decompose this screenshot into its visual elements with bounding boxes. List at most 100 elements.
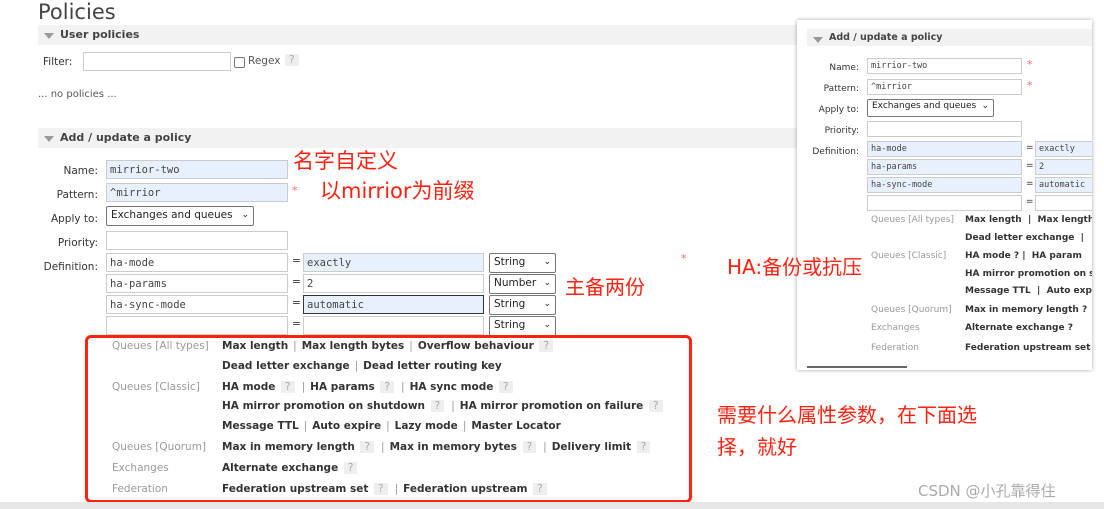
policy-key-link[interactable]: Delivery limit [552,441,631,453]
inset-apply-select: Exchanges and queues ⌄ [867,99,994,117]
help-button[interactable]: ? [539,340,554,352]
definition-key-input[interactable]: ha-sync-mode [106,295,288,314]
priority-input[interactable] [106,231,288,250]
policy-key-link[interactable]: Max length bytes [302,340,405,352]
policy-key-link[interactable]: Max in memory length [222,441,355,453]
category-label: Queues [Classic] [112,380,200,393]
section-title: Add / update a policy [60,131,192,144]
help-button[interactable]: ? [533,482,547,495]
definition-type-select[interactable]: String ⌄ [489,295,556,315]
regex-checkbox[interactable] [234,57,245,68]
required-marker: * [1027,79,1033,92]
chevron-down-icon: ⌄ [543,257,551,267]
policy-key-link[interactable]: HA sync mode [410,381,494,393]
help-button[interactable]: ? [636,440,651,453]
policy-key-link[interactable]: Dead letter exchange [222,360,350,372]
help-button[interactable]: ? [430,400,445,412]
collapse-triangle-icon [813,37,823,43]
inset-definition-label: Definition: [812,147,859,157]
policy-keys-line: Max length | Max length bytes | Overflow beh… [222,340,555,352]
policy-keys-line: HA mode ? | HA params ? | HA sync mode ? [222,380,515,393]
separator: | [293,340,297,352]
definition-type-select[interactable]: String ⌄ [489,316,556,336]
reference-screenshot-inset: Add / update a policy Name: mirrior-two … [797,20,1092,370]
policy-key-link[interactable]: Max in memory bytes [390,441,517,453]
help-button[interactable]: ? [374,482,388,495]
name-input[interactable]: mirrior-two [106,160,288,179]
equals-sign: = [1026,197,1034,207]
definition-value-input[interactable] [303,316,484,335]
separator: | [451,400,455,412]
inset-definition-key: ha-params [867,159,1022,175]
inset-policy-keys: Max length | Max length [965,215,1092,225]
equals-sign: = [292,297,301,309]
annotation-select-2: 择，就好 [717,435,797,459]
definition-value-input[interactable]: automatic [303,295,484,314]
annotation-pattern: 以mirrior为前缀 [320,179,475,203]
policy-key-link[interactable]: Message TTL [222,420,299,432]
policy-key-link[interactable]: Federation upstream set [222,483,368,495]
type-value: Number [494,277,537,289]
section-title: Add / update a policy [829,32,943,43]
separator: | [386,419,390,432]
help-button[interactable]: ? [343,461,358,474]
definition-value-input[interactable]: exactly [303,253,484,272]
policy-key-link[interactable]: Alternate exchange [222,462,338,474]
equals-sign: = [1026,161,1034,171]
definition-key-input[interactable]: ha-mode [106,253,288,272]
help-button[interactable]: ? [522,440,537,453]
inset-definition-value [1035,195,1092,211]
inset-name-input: mirrior-two [867,58,1022,74]
definition-value-input[interactable]: 2 [303,274,484,293]
policy-key-link[interactable]: Lazy mode [395,420,458,432]
definition-type-select[interactable]: Number ⌄ [489,274,556,294]
policy-key-link[interactable]: Dead letter routing key [363,360,502,372]
inset-pattern-label: Pattern: [823,84,859,94]
chevron-down-icon: ⌄ [543,299,551,309]
policy-key-link[interactable]: Max length [222,340,288,352]
inset-definition-key [867,195,1022,211]
inset-scrollbar [807,366,907,368]
bottom-strip [0,502,1104,509]
policy-keys-line: Message TTL | Auto expire | Lazy mode | Master… [222,420,561,432]
add-policy-header[interactable]: Add / update a policy [38,128,798,148]
definition-key-input[interactable] [106,316,288,335]
separator: | [409,340,413,352]
inset-policy-keys: HA mode ? | HA param [965,251,1082,261]
category-label: Federation [112,482,168,495]
policy-key-link[interactable]: Master Locator [471,420,560,432]
policy-key-link[interactable]: HA mirror promotion on failure [460,400,644,412]
regex-help-button[interactable]: ? [285,54,299,66]
policy-key-link[interactable]: HA params [310,381,375,393]
help-button[interactable]: ? [380,380,395,393]
help-button[interactable]: ? [360,440,375,453]
inset-pattern-input: ^mirrior [867,79,1022,95]
apply-to-value: Exchanges and queues [111,209,233,221]
inset-name-label: Name: [829,63,859,73]
apply-to-select[interactable]: Exchanges and queues ⌄ [106,206,254,226]
inset-policy-keys: Dead letter exchange | [965,233,1084,243]
help-button[interactable]: ? [648,400,663,412]
policy-key-link[interactable]: Federation upstream [403,483,527,495]
definition-key-input[interactable]: ha-params [106,274,288,293]
type-value: String [494,256,526,268]
pattern-input[interactable]: ^mirrior [106,183,288,202]
policy-key-link[interactable]: HA mirror promotion on shutdown [222,400,425,412]
policy-key-link[interactable]: Overflow behaviour [418,340,534,352]
priority-label: Priority: [57,237,98,249]
required-marker: * [1027,58,1033,71]
inset-definition-value: exactly [1035,141,1092,157]
pattern-label: Pattern: [56,189,98,201]
required-marker: * [681,252,687,265]
annotation-name: 名字自定义 [293,149,398,173]
policy-keys-line: Alternate exchange ? [222,461,359,474]
user-policies-header[interactable]: User policies [38,25,798,45]
definition-type-select[interactable]: String ⌄ [489,253,556,273]
help-button[interactable]: ? [499,380,513,393]
inset-definition-value: automatic [1035,177,1092,193]
policy-key-link[interactable]: HA mode [222,381,275,393]
help-button[interactable]: ? [281,380,295,393]
filter-input[interactable] [83,52,231,71]
policy-key-link[interactable]: Auto expire [312,420,381,432]
policy-keys-line: Dead letter exchange | Dead letter routing… [222,360,502,372]
